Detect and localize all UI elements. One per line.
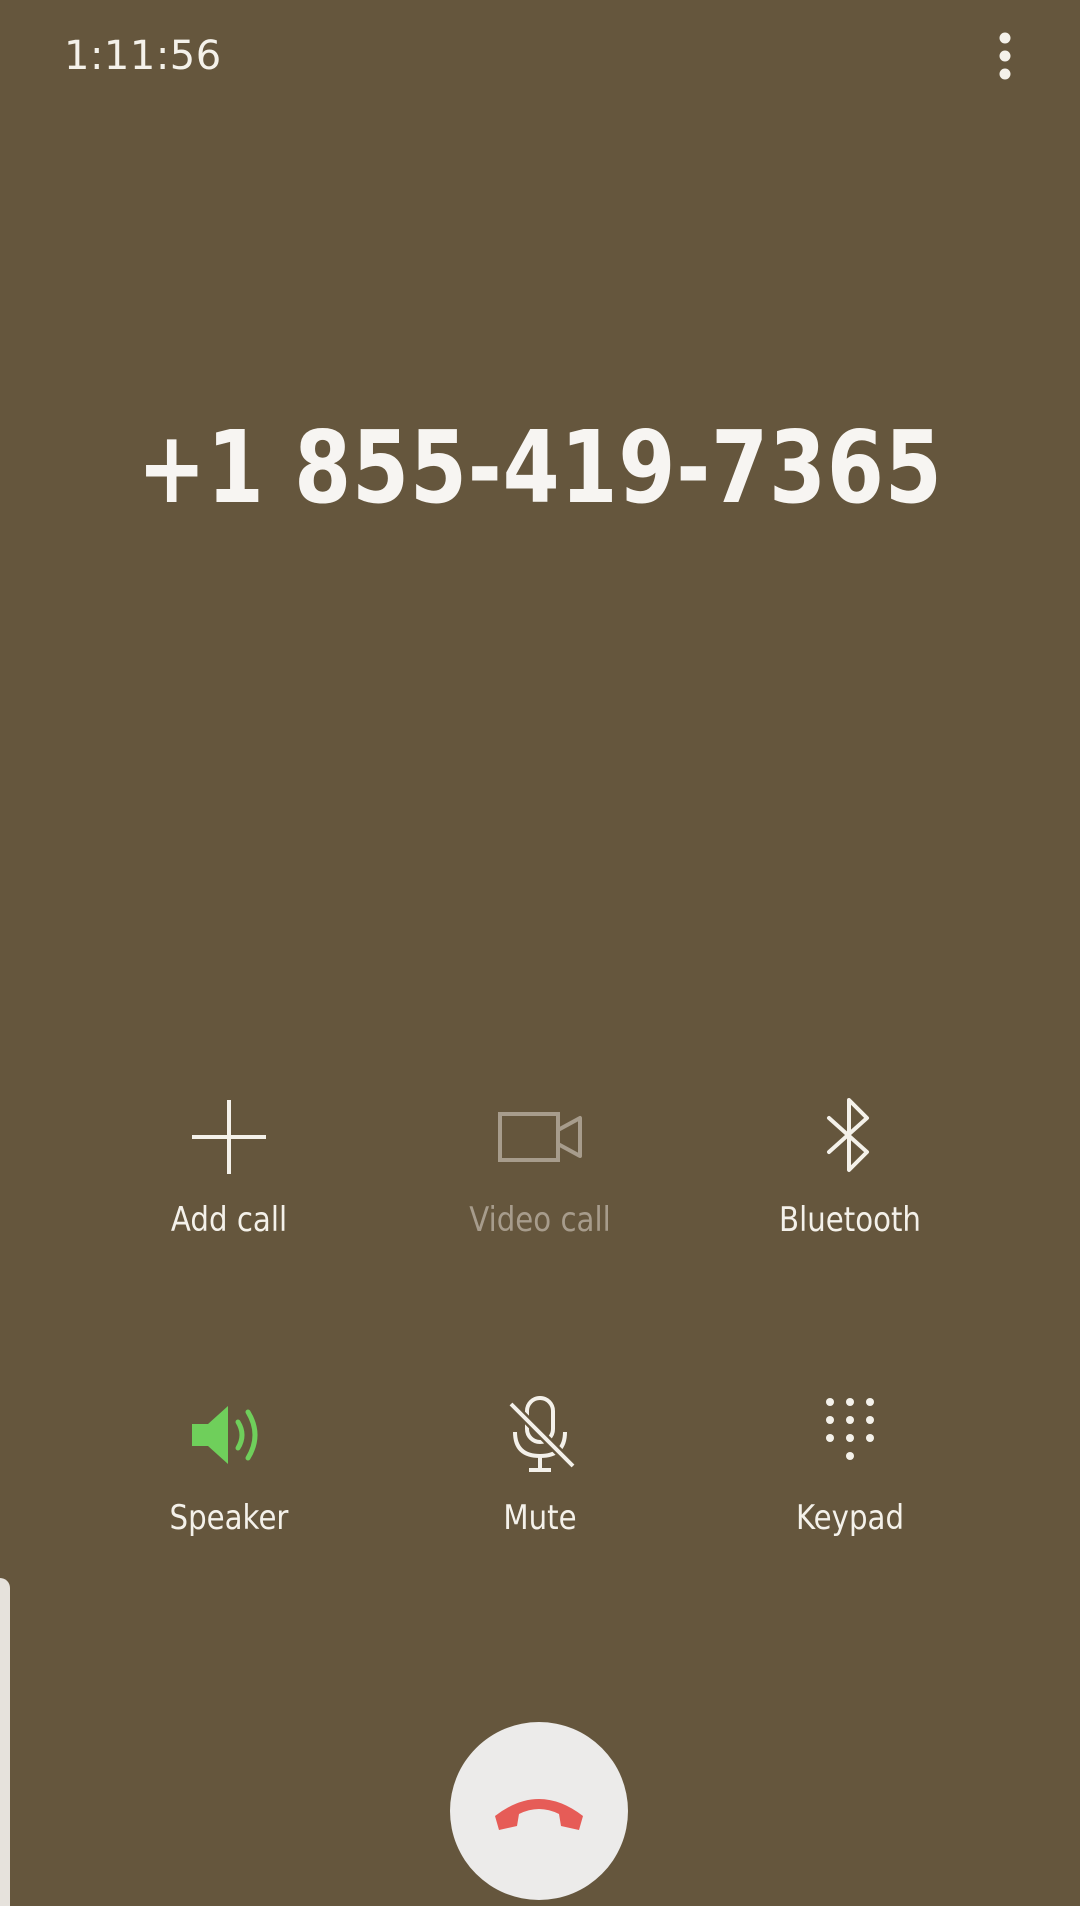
end-call-icon [495, 1799, 583, 1830]
speaker-label: Speaker [169, 1498, 289, 1538]
mute-label: Mute [503, 1498, 577, 1538]
phone-number: +1 855-419-7365 [137, 409, 943, 526]
keypad-label: Keypad [795, 1498, 905, 1538]
add-call-button[interactable]: Add call [79, 1092, 379, 1282]
plus-icon [192, 1100, 266, 1174]
keypad-button[interactable]: Keypad [700, 1390, 1000, 1580]
speaker-icon [192, 1406, 258, 1464]
video-call-label: Video call [469, 1200, 611, 1240]
add-call-label: Add call [170, 1200, 288, 1240]
microphone-off-icon [507, 1396, 577, 1472]
bluetooth-button[interactable]: Bluetooth [700, 1092, 1000, 1282]
call-timer: 1:11:56 [64, 33, 222, 79]
video-camera-icon [498, 1112, 582, 1162]
end-call-button[interactable] [450, 1722, 628, 1900]
bluetooth-label: Bluetooth [779, 1200, 921, 1240]
more-options-button[interactable] [960, 20, 1050, 92]
bluetooth-icon [827, 1098, 869, 1172]
video-call-button[interactable]: Video call [390, 1092, 690, 1282]
keypad-icon [826, 1398, 874, 1460]
side-panel-handle[interactable] [0, 1578, 10, 1906]
more-vertical-icon [999, 32, 1011, 80]
mute-button[interactable]: Mute [390, 1390, 690, 1580]
speaker-button[interactable]: Speaker [79, 1390, 379, 1580]
